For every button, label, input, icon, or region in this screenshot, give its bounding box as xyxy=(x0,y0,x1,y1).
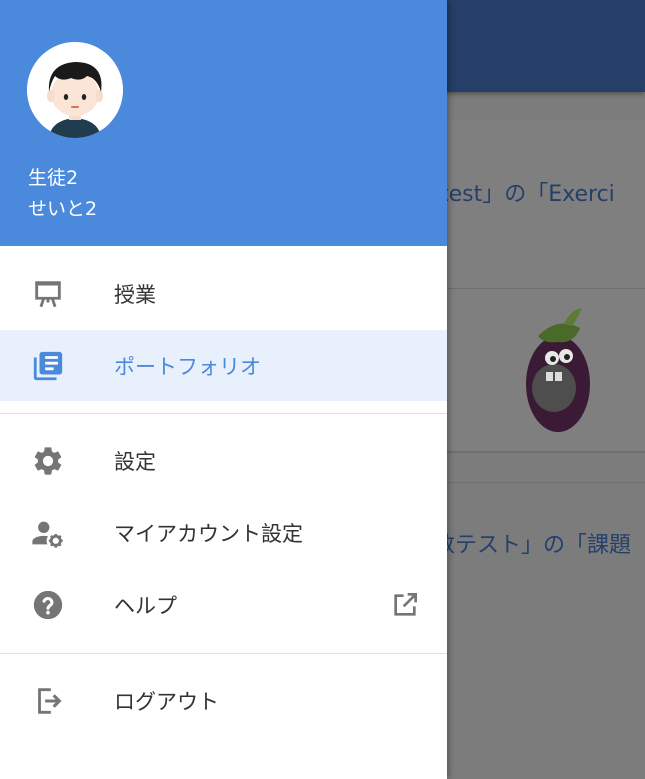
nav-item-label: ヘルプ xyxy=(114,593,177,618)
nav-item-settings[interactable]: 設定 xyxy=(0,425,447,496)
nav-item-label: 設定 xyxy=(114,449,156,474)
library-books-icon xyxy=(33,351,63,380)
divider xyxy=(0,653,447,654)
drawer-header: 生徒2 せいと2 xyxy=(0,0,447,246)
gear-icon xyxy=(34,446,62,475)
nav-item-label: ポートフォリオ xyxy=(114,354,261,379)
divider xyxy=(0,413,447,414)
help-circle-icon xyxy=(33,590,63,619)
nav-item-label: ログアウト xyxy=(114,689,219,714)
avatar-illustration-icon xyxy=(27,42,123,138)
logout-icon xyxy=(38,687,62,714)
external-link-icon xyxy=(394,592,417,616)
presentation-board-icon xyxy=(35,280,61,307)
user-name: 生徒2 xyxy=(28,167,79,189)
background-card-title: 数テスト」の「課題 xyxy=(433,533,632,558)
user-name-kana: せいと2 xyxy=(28,198,98,220)
nav-item-classes[interactable]: 授業 xyxy=(0,258,447,329)
nav-item-portfolio[interactable]: ポートフォリオ xyxy=(0,330,447,401)
nav-item-label: マイアカウント設定 xyxy=(114,521,303,546)
background-divider xyxy=(420,482,645,483)
navigation-drawer: 生徒2 せいと2 授業 ポートフォリオ 設定 マイアカウント設定 ヘルプ ログア… xyxy=(0,0,447,779)
avatar[interactable] xyxy=(27,42,123,138)
eggplant-mascot-image xyxy=(526,308,590,432)
nav-item-help[interactable]: ヘルプ xyxy=(0,569,447,640)
background-card-title: test」の「Exerci xyxy=(440,182,615,207)
nav-item-logout[interactable]: ログアウト xyxy=(0,665,447,736)
account-settings-icon xyxy=(32,521,63,548)
nav-item-account-settings[interactable]: マイアカウント設定 xyxy=(0,497,447,568)
nav-item-label: 授業 xyxy=(114,282,156,307)
